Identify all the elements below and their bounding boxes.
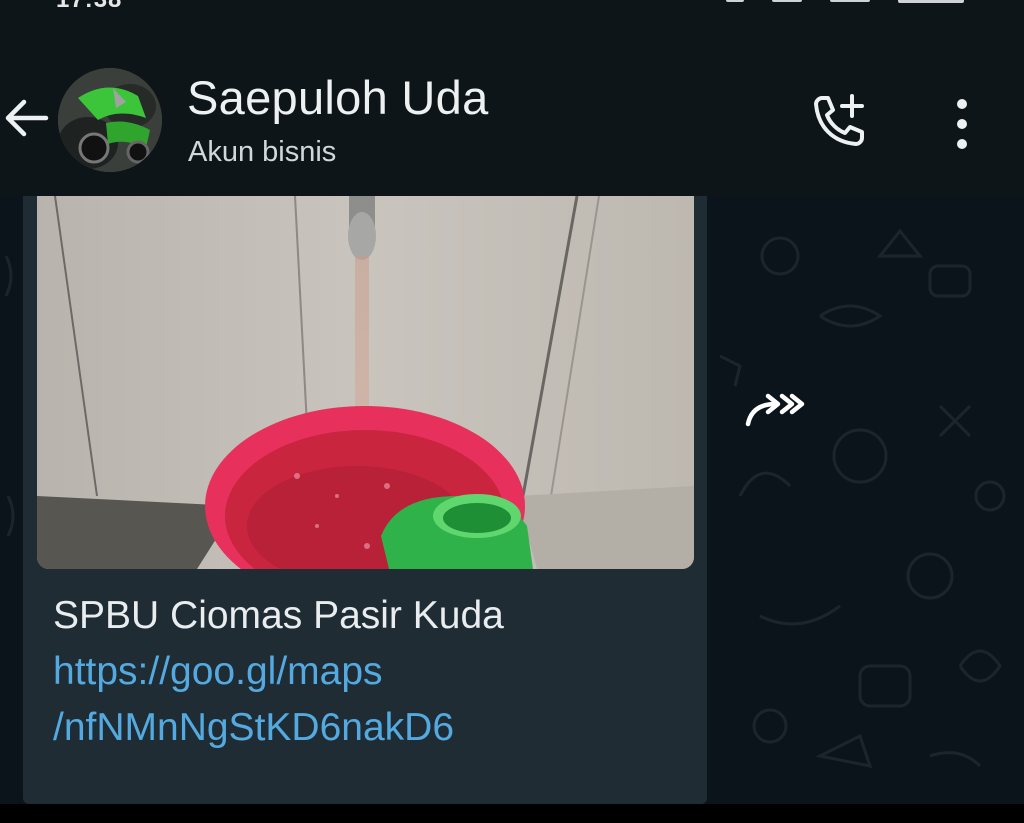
status-time: 17:38 (56, 0, 122, 14)
more-vert-icon[interactable] (948, 94, 976, 154)
caption-title: SPBU Ciomas Pasir Kuda (53, 594, 504, 637)
contact-name[interactable]: Saepuloh Uda (187, 70, 489, 125)
forward-icon[interactable] (742, 388, 806, 432)
network-icon (830, 0, 870, 2)
message-caption: SPBU Ciomas Pasir Kuda https://goo.gl/ma… (53, 588, 504, 756)
signal-icon (772, 0, 802, 2)
message-photo[interactable] (37, 196, 694, 569)
status-bar: 17:38 (0, 0, 1024, 14)
chat-area[interactable]: SPBU Ciomas Pasir Kuda https://goo.gl/ma… (0, 196, 1024, 804)
back-arrow-icon[interactable] (2, 96, 52, 140)
maps-link-line1[interactable]: https://goo.gl/maps (53, 644, 504, 700)
mute-icon (726, 0, 744, 2)
bottom-bar (0, 804, 1024, 823)
business-account-label: Akun bisnis (188, 136, 337, 168)
battery-icon (898, 0, 964, 3)
maps-link-line2[interactable]: /nfNMnNgStKD6nakD6 (53, 700, 504, 756)
message-bubble[interactable]: SPBU Ciomas Pasir Kuda https://goo.gl/ma… (23, 196, 707, 804)
add-call-icon[interactable] (806, 90, 872, 156)
status-icons (726, 0, 964, 3)
avatar[interactable] (58, 68, 162, 172)
chat-screen: 17:38 Saepuloh Uda Akun bisnis (0, 0, 1024, 823)
chat-header: Saepuloh Uda Akun bisnis (0, 14, 1024, 196)
